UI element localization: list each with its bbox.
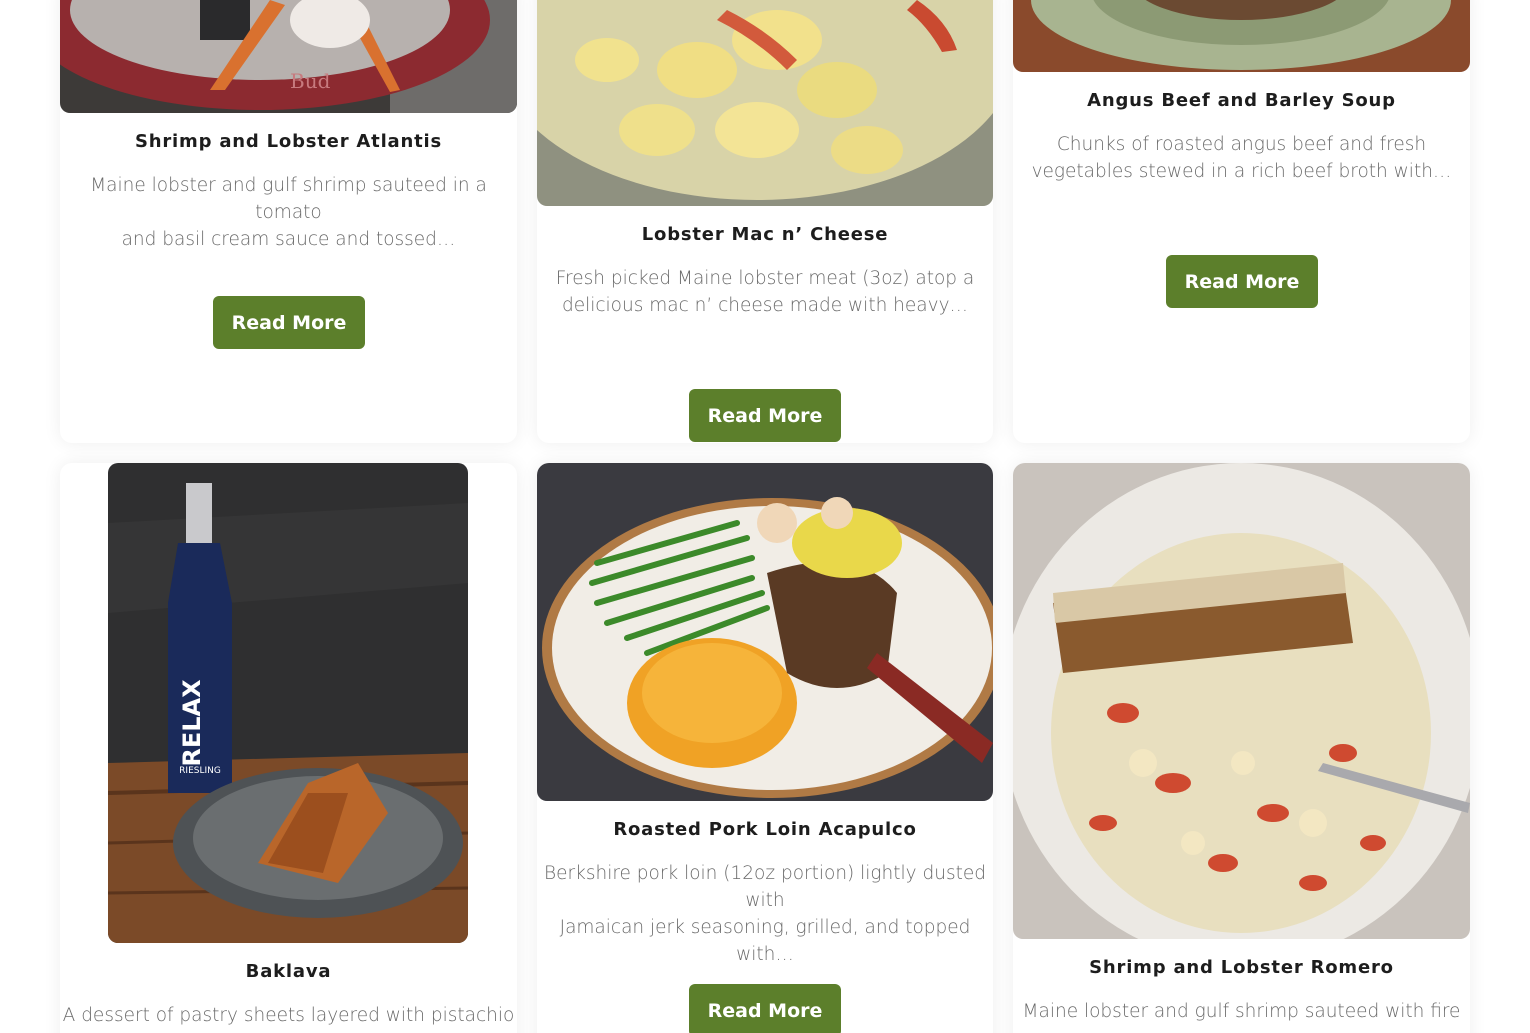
food-photo-shrimp-lobster-atlantis[interactable]: Bud xyxy=(60,0,517,113)
read-more-button[interactable]: Read More xyxy=(689,984,841,1033)
menu-card-angus-beef-barley-soup: Angus Beef and Barley Soup Chunks of roa… xyxy=(1013,0,1470,443)
bottle-label-subtext: RIESLING xyxy=(179,766,221,776)
read-more-button[interactable]: Read More xyxy=(689,389,841,442)
food-photo-baklava[interactable]: RELAX RIESLING xyxy=(108,463,468,943)
description-line: vegetables stewed in a rich beef broth w… xyxy=(1031,161,1452,182)
menu-item-title: Lobster Mac n’ Cheese xyxy=(641,224,889,245)
description-line: Chunks of roasted angus beef and fresh xyxy=(1056,134,1427,155)
menu-item-description: Fresh picked Maine lobster meat (3oz) at… xyxy=(537,265,993,319)
description-line: Maine lobster and gulf shrimp sauteed wi… xyxy=(1022,1001,1461,1022)
menu-item-description: A dessert of pastry sheets layered with … xyxy=(60,1002,517,1029)
menu-item-description: Chunks of roasted angus beef and fresh v… xyxy=(1013,131,1470,185)
food-photo-shrimp-lobster-romero[interactable] xyxy=(1013,463,1470,939)
food-photo-lobster-mac-cheese[interactable] xyxy=(537,0,993,206)
read-more-button[interactable]: Read More xyxy=(1166,255,1318,308)
description-line: A dessert of pastry sheets layered with … xyxy=(62,1005,515,1026)
description-line: Berkshire pork loin (12oz portion) light… xyxy=(544,863,986,911)
menu-card-lobster-mac-cheese: Lobster Mac n’ Cheese Fresh picked Maine… xyxy=(537,0,993,443)
description-line: and basil cream sauce and tossed… xyxy=(121,229,456,250)
bottle-label-text: RELAX xyxy=(178,679,206,767)
menu-item-title: Angus Beef and Barley Soup xyxy=(1087,90,1396,111)
menu-item-description: Maine lobster and gulf shrimp sauteed in… xyxy=(60,172,517,253)
menu-item-title: Baklava xyxy=(245,961,332,982)
read-more-button[interactable]: Read More xyxy=(213,296,365,349)
svg-text:Bud: Bud xyxy=(290,69,331,93)
menu-card-shrimp-lobster-atlantis: Bud Shrimp and Lobster Atlantis Maine lo… xyxy=(60,0,517,443)
description-line: delicious mac n’ cheese made with heavy… xyxy=(561,295,969,316)
menu-card-baklava: RELAX RIESLING Baklava A dessert of past… xyxy=(60,463,517,1033)
description-line: Maine lobster and gulf shrimp sauteed in… xyxy=(90,175,487,223)
menu-item-title: Shrimp and Lobster Romero xyxy=(1089,957,1394,978)
menu-card-shrimp-lobster-romero: Shrimp and Lobster Romero Maine lobster … xyxy=(1013,463,1470,1033)
description-line: Fresh picked Maine lobster meat (3oz) at… xyxy=(555,268,975,289)
menu-item-title: Roasted Pork Loin Acapulco xyxy=(613,819,917,840)
menu-item-description: Maine lobster and gulf shrimp sauteed wi… xyxy=(1013,998,1470,1025)
food-photo-angus-beef-barley-soup[interactable] xyxy=(1013,0,1470,72)
food-photo-roasted-pork-loin-acapulco[interactable] xyxy=(537,463,993,801)
menu-item-description: Berkshire pork loin (12oz portion) light… xyxy=(537,860,993,968)
menu-item-title: Shrimp and Lobster Atlantis xyxy=(135,131,442,152)
description-line: Jamaican jerk seasoning, grilled, and to… xyxy=(559,917,971,965)
menu-card-roasted-pork-loin-acapulco: Roasted Pork Loin Acapulco Berkshire por… xyxy=(537,463,993,1033)
